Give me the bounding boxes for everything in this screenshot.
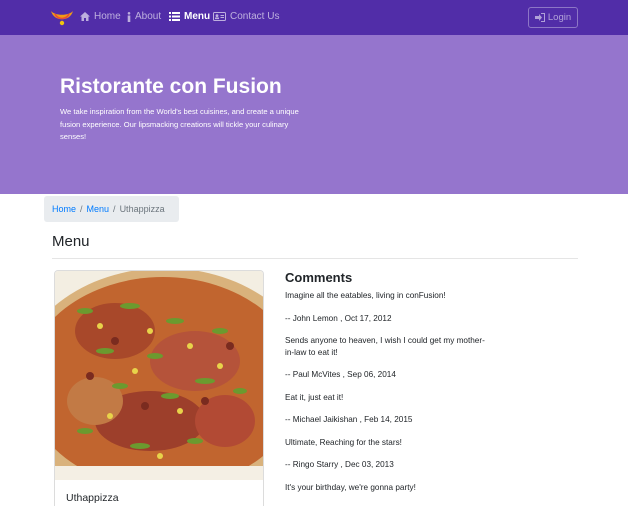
comment-text: Sends anyone to heaven, I wish I could g…	[285, 336, 485, 357]
comment-text: It's your birthday, we're gonna party!	[285, 482, 416, 492]
home-icon	[80, 12, 90, 21]
comment-author: -- John Lemon , Oct 17, 2012	[285, 313, 392, 323]
nav-home-label: Home	[94, 11, 121, 22]
breadcrumb-separator: /	[113, 204, 116, 214]
dish-image	[55, 271, 263, 480]
nav-home[interactable]: Home	[80, 11, 121, 22]
breadcrumb-menu[interactable]: Menu	[87, 204, 110, 214]
page-title: Menu	[52, 233, 90, 250]
breadcrumb-separator: /	[80, 204, 83, 214]
comment-text: Imagine all the eatables, living in conF…	[285, 291, 446, 300]
info-icon	[127, 11, 131, 22]
comment-author: -- Michael Jaikishan , Feb 14, 2015	[285, 415, 413, 424]
jumbotron-text: We take inspiration from the World's bes…	[60, 107, 299, 141]
dish-name: Uthappizza	[66, 492, 119, 504]
jumbotron-title: Ristorante con Fusion	[60, 75, 282, 98]
comment-author: -- Ringo Starry , Dec 03, 2013	[285, 460, 394, 469]
nav-about-label: About	[135, 11, 162, 22]
login-label: Login	[547, 12, 572, 23]
comment-author: -- Paul McVites , Sep 06, 2014	[285, 370, 396, 379]
address-card-icon	[213, 12, 226, 21]
dish-card[interactable]: Uthappizza	[54, 270, 264, 506]
heading-divider	[52, 258, 578, 259]
jumbotron-header: Ristorante con Fusion We take inspiratio…	[0, 35, 628, 194]
top-navbar: Home About Menu Contact Us Login	[0, 0, 628, 35]
sign-in-icon	[534, 13, 545, 22]
breadcrumb-current: Uthappizza	[119, 204, 165, 214]
nav-contact[interactable]: Contact Us	[213, 11, 279, 22]
list-icon	[169, 12, 180, 21]
breadcrumb: Home / Menu / Uthappizza	[44, 196, 179, 222]
nav-about[interactable]: About	[127, 11, 161, 22]
login-button[interactable]: Login	[528, 7, 578, 28]
comments-section: Comments Imagine all the eatables, livin…	[285, 270, 585, 504]
comment-text: Ultimate, Reaching for the stars!	[285, 437, 402, 447]
nav-menu-label: Menu	[184, 11, 211, 22]
nav-contact-label: Contact Us	[230, 11, 280, 22]
breadcrumb-home[interactable]: Home	[52, 204, 76, 214]
confusion-logo-icon[interactable]	[50, 8, 74, 28]
nav-menu[interactable]: Menu	[169, 11, 210, 22]
comment-text: Eat it, just eat it!	[285, 392, 344, 402]
comments-title: Comments	[285, 270, 353, 285]
